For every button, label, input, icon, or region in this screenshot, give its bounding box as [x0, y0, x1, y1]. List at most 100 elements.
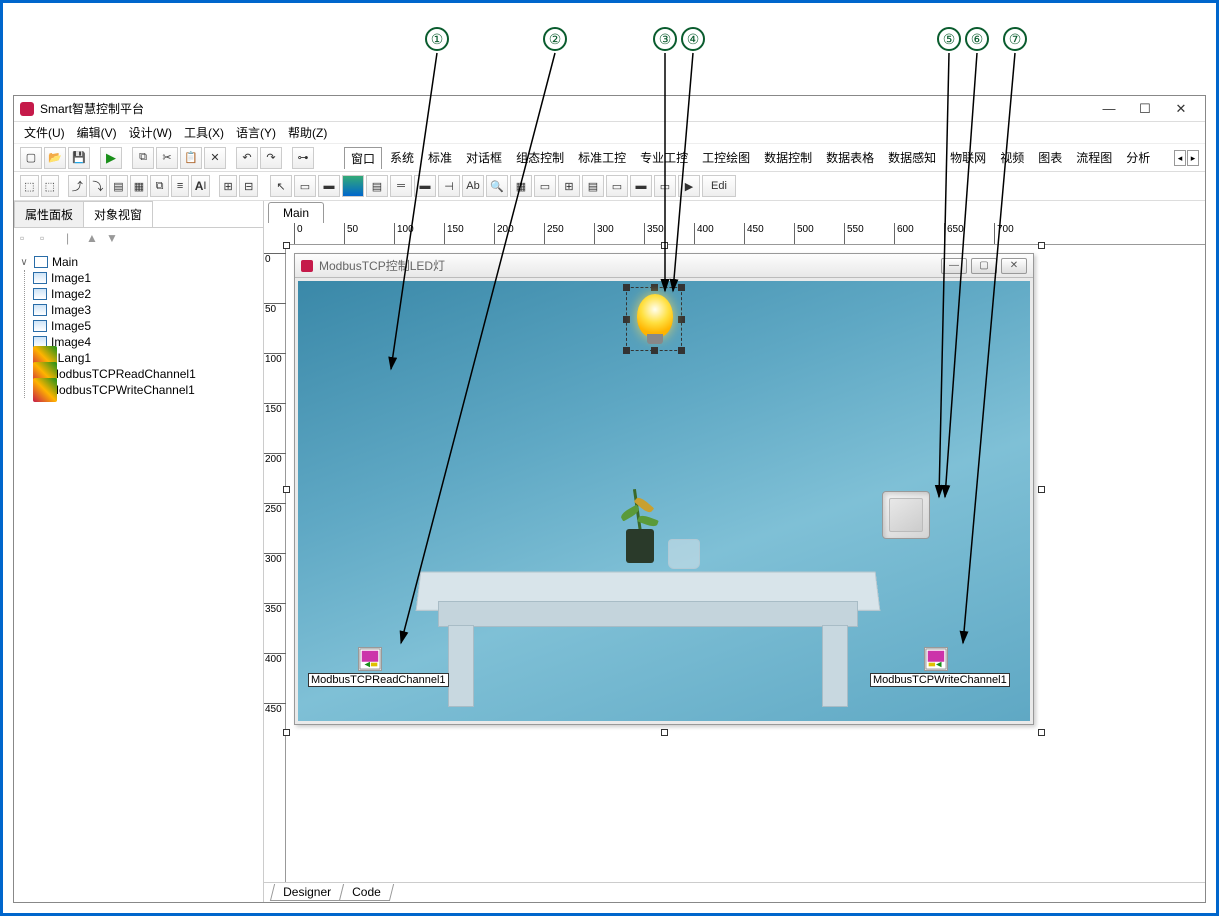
palette-tab-dataaware[interactable]: 数据感知	[882, 147, 942, 169]
align-btn-2[interactable]: ⬚	[41, 175, 60, 197]
obj-tb-2[interactable]: ▫	[40, 231, 56, 247]
menu-file[interactable]: 文件(U)	[20, 122, 69, 143]
palette-tab-video[interactable]: 视频	[994, 147, 1030, 169]
paste-button[interactable]: 📋	[180, 147, 202, 169]
align-btn-6[interactable]: ▦	[130, 175, 149, 197]
comp-17[interactable]: ▶	[678, 175, 700, 197]
comp-12[interactable]: ⊞	[558, 175, 580, 197]
palette-tab-analysis[interactable]: 分析	[1120, 147, 1156, 169]
comp-7[interactable]: ⊣	[438, 175, 460, 197]
component-modbus-write[interactable]	[924, 647, 948, 671]
designer-tab-main[interactable]: Main	[268, 202, 324, 223]
text-btn[interactable]: AI	[191, 175, 210, 197]
menu-help[interactable]: 帮助(Z)	[284, 122, 331, 143]
image-plant[interactable]	[626, 503, 654, 563]
design-surface[interactable]: 0501001502002503003504004505005506006507…	[264, 223, 1205, 882]
comp-1[interactable]: ▭	[294, 175, 316, 197]
tree-root[interactable]: ∨ Main	[18, 254, 259, 270]
run-button[interactable]: ▶	[100, 147, 122, 169]
object-tree[interactable]: ∨ Main Image1 Image2 Image3 Image5 Image…	[14, 250, 263, 902]
menu-design[interactable]: 设计(W)	[125, 122, 176, 143]
tab-object-inspector[interactable]: 对象视窗	[83, 201, 153, 227]
tree-item[interactable]: ›siLang1	[33, 350, 259, 366]
align-btn-1[interactable]: ⬚	[20, 175, 39, 197]
form-maximize[interactable]: ▢	[971, 258, 997, 274]
comp-5[interactable]: ═	[390, 175, 412, 197]
palette-tab-datagrid[interactable]: 数据表格	[820, 147, 880, 169]
palette-tab-standard[interactable]: 标准	[422, 147, 458, 169]
menu-tools[interactable]: 工具(X)	[180, 122, 228, 143]
minimize-button[interactable]: —	[1091, 97, 1127, 121]
component-modbus-read[interactable]	[358, 647, 382, 671]
cut-button[interactable]: ✂	[156, 147, 178, 169]
tree-item[interactable]: Image2	[33, 286, 259, 302]
palette-tab-datactrl[interactable]: 数据控制	[758, 147, 818, 169]
palette-tab-group[interactable]: 组态控制	[510, 147, 570, 169]
align-btn-4[interactable]: ⤵	[89, 175, 108, 197]
palette-tab-proind[interactable]: 专业工控	[634, 147, 694, 169]
menu-language[interactable]: 语言(Y)	[232, 122, 280, 143]
new-button[interactable]: ▢	[20, 147, 42, 169]
tree-item[interactable]: Image1	[33, 270, 259, 286]
palette-tab-iot[interactable]: 物联网	[944, 147, 992, 169]
tab-code[interactable]: Code	[339, 884, 394, 901]
palette-tab-flow[interactable]: 流程图	[1070, 147, 1118, 169]
align-btn-5[interactable]: ▤	[109, 175, 128, 197]
palette-tab-window[interactable]: 窗口	[344, 147, 382, 169]
tree-item[interactable]: Image5	[33, 318, 259, 334]
obj-tb-up[interactable]: ▲	[86, 231, 102, 247]
comp-15[interactable]: ▬	[630, 175, 652, 197]
obj-tb-1[interactable]: ▫	[20, 231, 36, 247]
delete-button[interactable]: ✕	[204, 147, 226, 169]
form-close[interactable]: ✕	[1001, 258, 1027, 274]
comp-9[interactable]: 🔍	[486, 175, 508, 197]
tree-item[interactable]: ›ModbusTCPReadChannel1	[33, 366, 259, 382]
image-jar[interactable]	[668, 539, 700, 569]
form-client-area[interactable]: ModbusTCPReadChannel1 ModbusTCPWriteChan…	[298, 281, 1030, 721]
image-bulb-selected[interactable]	[626, 287, 682, 351]
form-selection[interactable]: ModbusTCP控制LED灯 — ▢ ✕	[286, 245, 1042, 733]
comp-8[interactable]: Ab	[462, 175, 484, 197]
close-button[interactable]: ✕	[1163, 97, 1199, 121]
open-button[interactable]: 📂	[44, 147, 66, 169]
comp-13[interactable]: ▤	[582, 175, 604, 197]
align-btn-9[interactable]: ⊞	[219, 175, 238, 197]
align-btn-3[interactable]: ⤴	[68, 175, 87, 197]
image-switch[interactable]	[882, 491, 930, 539]
comp-2[interactable]: ▬	[318, 175, 340, 197]
form-window[interactable]: ModbusTCP控制LED灯 — ▢ ✕	[294, 253, 1034, 725]
comp-3[interactable]	[342, 175, 364, 197]
comp-16[interactable]: ▭	[654, 175, 676, 197]
image-table[interactable]	[418, 571, 878, 711]
comp-edit[interactable]: Edi	[702, 175, 736, 197]
palette-scroll-left[interactable]: ◂	[1174, 150, 1186, 166]
palette-scroll-right[interactable]: ▸	[1187, 150, 1199, 166]
redo-button[interactable]: ↷	[260, 147, 282, 169]
align-btn-10[interactable]: ⊟	[239, 175, 258, 197]
palette-tab-system[interactable]: 系统	[384, 147, 420, 169]
palette-tab-chart[interactable]: 图表	[1032, 147, 1068, 169]
key-button[interactable]: ⊶	[292, 147, 314, 169]
palette-tab-stdind[interactable]: 标准工控	[572, 147, 632, 169]
comp-4[interactable]: ▤	[366, 175, 388, 197]
copy-button[interactable]: ⧉	[132, 147, 154, 169]
comp-11[interactable]: ▭	[534, 175, 556, 197]
comp-10[interactable]: ▦	[510, 175, 532, 197]
comp-pointer[interactable]: ↖	[270, 175, 292, 197]
undo-button[interactable]: ↶	[236, 147, 258, 169]
tree-item[interactable]: ›ModbusTCPWriteChannel1	[33, 382, 259, 398]
save-button[interactable]: 💾	[68, 147, 90, 169]
maximize-button[interactable]: ☐	[1127, 97, 1163, 121]
tree-item[interactable]: Image4	[33, 334, 259, 350]
align-btn-7[interactable]: ⧉	[150, 175, 169, 197]
menu-edit[interactable]: 编辑(V)	[73, 122, 121, 143]
tab-property-panel[interactable]: 属性面板	[14, 201, 84, 227]
tree-item[interactable]: Image3	[33, 302, 259, 318]
obj-tb-down[interactable]: ▼	[106, 231, 122, 247]
comp-6[interactable]: ▬	[414, 175, 436, 197]
comp-14[interactable]: ▭	[606, 175, 628, 197]
palette-tab-dialog[interactable]: 对话框	[460, 147, 508, 169]
align-btn-8[interactable]: ≡	[171, 175, 190, 197]
form-minimize[interactable]: —	[941, 258, 967, 274]
tab-designer[interactable]: Designer	[270, 884, 344, 901]
